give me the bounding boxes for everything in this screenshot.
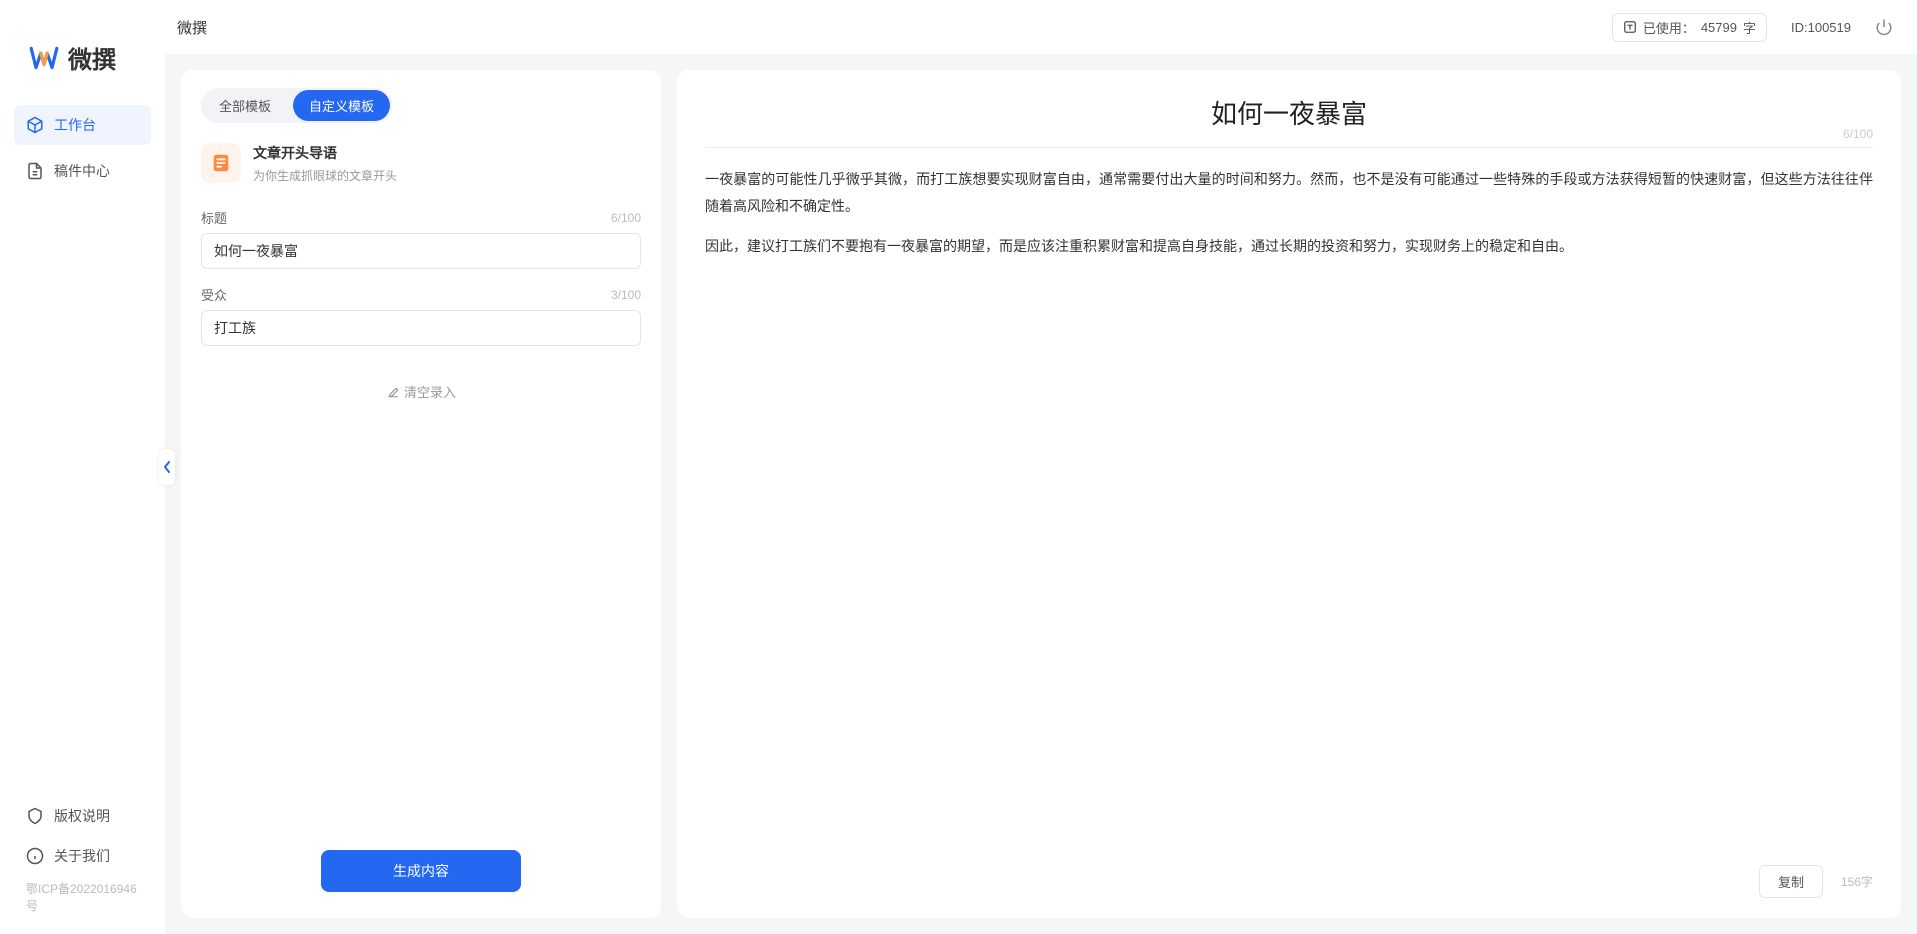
clear-label: 清空录入	[404, 382, 456, 401]
audience-input[interactable]	[201, 310, 641, 346]
usage-suffix: 字	[1743, 18, 1756, 37]
field-audience: 受众 3/100	[201, 285, 641, 346]
output-title: 如何一夜暴富	[705, 94, 1873, 131]
usage-count: 45799	[1701, 20, 1737, 35]
usage-badge[interactable]: 已使用： 45799 字	[1612, 13, 1767, 42]
field-label-audience: 受众	[201, 285, 227, 304]
title-input[interactable]	[201, 233, 641, 269]
sidebar: 微撰 工作台 稿件中心 版权说明 关于我们 鄂ICP备2022016946号	[0, 0, 165, 934]
footer-item-copyright[interactable]: 版权说明	[14, 796, 151, 836]
logo-text: 微撰	[68, 40, 116, 75]
main: 微撰 已使用： 45799 字 ID:100519 全部模板 自定义模板	[165, 0, 1917, 934]
field-count-audience: 3/100	[611, 288, 641, 302]
left-panel: 全部模板 自定义模板 文章开头导语 为你生成抓眼球的文章开头 标题 6/100	[181, 70, 661, 918]
nav-item-label: 稿件中心	[54, 161, 110, 181]
topbar-right: 已使用： 45799 字 ID:100519	[1612, 13, 1893, 42]
power-icon[interactable]	[1875, 18, 1893, 36]
icp-text: 鄂ICP备2022016946号	[14, 876, 151, 922]
article-icon	[210, 152, 232, 174]
text-icon	[1623, 20, 1637, 34]
word-count: 156字	[1841, 873, 1873, 890]
field-title: 标题 6/100	[201, 208, 641, 269]
content: 全部模板 自定义模板 文章开头导语 为你生成抓眼球的文章开头 标题 6/100	[165, 54, 1917, 934]
output-footer: 复制 156字	[1759, 865, 1873, 898]
footer-item-about[interactable]: 关于我们	[14, 836, 151, 876]
nav-item-workbench[interactable]: 工作台	[14, 105, 151, 145]
generate-button[interactable]: 生成内容	[321, 850, 521, 892]
template-card: 文章开头导语 为你生成抓眼球的文章开头	[201, 143, 641, 184]
footer-item-label: 版权说明	[54, 806, 110, 826]
output-paragraph: 一夜暴富的可能性几乎微乎其微，而打工族想要实现财富自由，通常需要付出大量的时间和…	[705, 166, 1873, 219]
chevron-left-icon	[162, 460, 172, 474]
nav-item-drafts[interactable]: 稿件中心	[14, 151, 151, 191]
nav-item-label: 工作台	[54, 115, 96, 135]
field-label-title: 标题	[201, 208, 227, 227]
template-info: 文章开头导语 为你生成抓眼球的文章开头	[253, 143, 397, 184]
output-paragraph: 因此，建议打工族们不要抱有一夜暴富的期望，而是应该注重积累财富和提高自身技能，通…	[705, 233, 1873, 260]
shield-icon	[26, 807, 44, 825]
template-desc: 为你生成抓眼球的文章开头	[253, 167, 397, 184]
document-icon	[26, 162, 44, 180]
output-title-row: 如何一夜暴富 6/100	[705, 94, 1873, 148]
topbar: 微撰 已使用： 45799 字 ID:100519	[165, 0, 1917, 54]
logo-icon	[28, 42, 60, 74]
footer-item-label: 关于我们	[54, 846, 110, 866]
nav: 工作台 稿件中心	[0, 105, 165, 197]
template-icon	[201, 143, 241, 183]
collapse-handle[interactable]	[159, 449, 175, 485]
logo-area: 微撰	[0, 0, 165, 105]
tab-all-templates[interactable]: 全部模板	[203, 90, 287, 121]
tab-custom-templates[interactable]: 自定义模板	[293, 90, 390, 121]
output-title-count: 6/100	[1843, 127, 1873, 141]
copy-button[interactable]: 复制	[1759, 865, 1823, 898]
usage-prefix: 已使用：	[1643, 18, 1695, 37]
output-body: 一夜暴富的可能性几乎微乎其微，而打工族想要实现财富自由，通常需要付出大量的时间和…	[705, 166, 1873, 274]
eraser-icon	[386, 385, 400, 399]
info-icon	[26, 847, 44, 865]
template-title: 文章开头导语	[253, 143, 397, 163]
tabs: 全部模板 自定义模板	[201, 88, 392, 123]
sidebar-footer: 版权说明 关于我们 鄂ICP备2022016946号	[0, 796, 165, 934]
clear-button[interactable]: 清空录入	[201, 382, 641, 401]
cube-icon	[26, 116, 44, 134]
right-panel: 如何一夜暴富 6/100 一夜暴富的可能性几乎微乎其微，而打工族想要实现财富自由…	[677, 70, 1901, 918]
field-count-title: 6/100	[611, 211, 641, 225]
id-label: ID:100519	[1791, 20, 1851, 35]
topbar-title: 微撰	[177, 17, 207, 38]
